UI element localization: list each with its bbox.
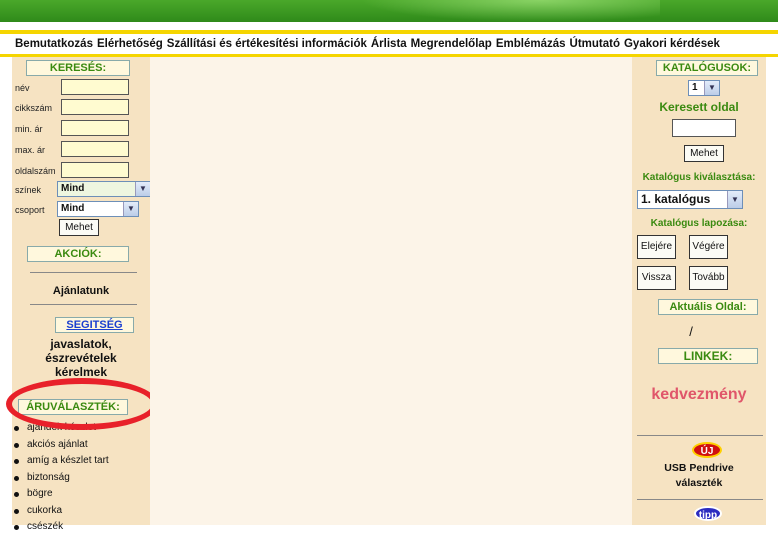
- nav-bemutatkozas[interactable]: Bemutatkozás: [15, 38, 93, 50]
- max-ar-input[interactable]: [61, 141, 129, 157]
- keresett-oldal-label: Keresett oldal: [659, 100, 739, 114]
- katalogus-select[interactable]: 1. katalógus ▼: [637, 190, 743, 209]
- label-csoport: csoport: [15, 205, 45, 215]
- katalogus-number-value: 1: [692, 82, 698, 93]
- tovabb-button[interactable]: Tovább: [689, 266, 728, 290]
- divider: [637, 499, 763, 500]
- left-go-button[interactable]: Mehet: [59, 219, 99, 236]
- nav-elerhetoseg[interactable]: Elérhetőség: [97, 38, 163, 50]
- usb-line-2: választék: [675, 477, 723, 489]
- right-go-button[interactable]: Mehet: [684, 145, 724, 162]
- aktualis-oldal-title: Aktuális Oldal:: [658, 299, 758, 315]
- cikkszam-input[interactable]: [61, 99, 129, 115]
- divider: [30, 304, 137, 305]
- banner-shine: [360, 0, 660, 22]
- nav-arlista[interactable]: Árlista: [371, 38, 407, 50]
- usb-pendrive-link[interactable]: USB Pendrive választék: [632, 462, 766, 489]
- tipp-badge: tipp: [694, 506, 722, 521]
- list-item[interactable]: cukorka: [14, 503, 109, 520]
- help-text-line-2: észrevételek: [45, 351, 117, 365]
- katalogus-lapozasa-label: Katalógus lapozása:: [650, 218, 748, 229]
- szinek-select[interactable]: Mind ▼: [57, 181, 151, 197]
- katalogus-number-select[interactable]: 1 ▼: [688, 80, 720, 96]
- nav-megrendelolap[interactable]: Megrendelőlap: [411, 38, 492, 50]
- usb-line-1: USB Pendrive: [664, 462, 734, 474]
- vegere-button[interactable]: Végére: [689, 235, 728, 259]
- help-text-line-1: javaslatok,: [50, 337, 112, 351]
- list-item[interactable]: amíg a készlet tart: [14, 453, 109, 470]
- label-max-ar: max. ár: [15, 145, 46, 155]
- catalog-content-area: [150, 57, 632, 525]
- divider: [637, 435, 763, 436]
- szinek-value: Mind: [61, 183, 85, 194]
- katalogusok-title: KATALÓGUSOK:: [656, 60, 758, 76]
- elejere-button[interactable]: Elejére: [637, 235, 676, 259]
- label-nev: név: [15, 83, 30, 93]
- min-ar-input[interactable]: [61, 120, 129, 136]
- kedvezmeny-link[interactable]: kedvezmény: [632, 386, 766, 404]
- category-list: ajándék készlet akciós ajánlat amíg a ké…: [14, 420, 109, 536]
- keresett-oldal-input[interactable]: [672, 119, 736, 137]
- label-szinek: színek: [15, 185, 42, 195]
- list-item[interactable]: akciós ajánlat: [14, 437, 109, 454]
- segitseg-link[interactable]: SEGITSÉG: [66, 319, 122, 331]
- nav-szallitasi[interactable]: Szállítási és értékesítési információk: [167, 38, 367, 50]
- linkek-title: LINKEK:: [658, 348, 758, 364]
- chevron-down-icon: ▼: [135, 182, 150, 196]
- help-text: javaslatok, észrevételek kérelmek: [12, 337, 150, 379]
- aktualis-oldal-value: /: [689, 324, 693, 339]
- chevron-down-icon: ▼: [123, 202, 138, 216]
- top-banner: [0, 0, 778, 22]
- label-min-ar: min. ár: [15, 124, 43, 134]
- vissza-button[interactable]: Vissza: [637, 266, 676, 290]
- nav-utmutato[interactable]: Útmutató: [570, 38, 620, 50]
- list-item[interactable]: bögre: [14, 486, 109, 503]
- akciok-title: AKCIÓK:: [27, 246, 129, 262]
- chevron-down-icon: ▼: [704, 81, 719, 95]
- oldalszam-input[interactable]: [61, 162, 129, 178]
- label-oldalszam: oldalszám: [15, 166, 56, 176]
- nev-input[interactable]: [61, 79, 129, 95]
- nav-emblemazas[interactable]: Emblémázás: [496, 38, 566, 50]
- nav-gyakori[interactable]: Gyakori kérdések: [624, 38, 720, 50]
- ajanlatunk-text: Ajánlatunk: [52, 285, 110, 297]
- help-text-line-3: kérelmek: [54, 365, 108, 379]
- list-item[interactable]: csészék: [14, 519, 109, 536]
- csoport-value: Mind: [61, 203, 85, 214]
- katalogus-select-value: 1. katalógus: [641, 192, 711, 206]
- search-title: KERESÉS:: [26, 60, 130, 76]
- chevron-down-icon: ▼: [727, 191, 742, 208]
- csoport-select[interactable]: Mind ▼: [57, 201, 139, 217]
- divider: [30, 272, 137, 273]
- segitseg-box: SEGITSÉG: [55, 317, 134, 333]
- label-cikkszam: cikkszám: [15, 103, 53, 113]
- main-nav: Bemutatkozás Elérhetőség Szállítási és é…: [0, 34, 778, 54]
- katalogus-kivalasztasa-label: Katalógus kiválasztása:: [642, 172, 756, 183]
- highlight-ellipse: [6, 378, 158, 430]
- list-item[interactable]: biztonság: [14, 470, 109, 487]
- uj-badge: ÚJ: [692, 442, 722, 458]
